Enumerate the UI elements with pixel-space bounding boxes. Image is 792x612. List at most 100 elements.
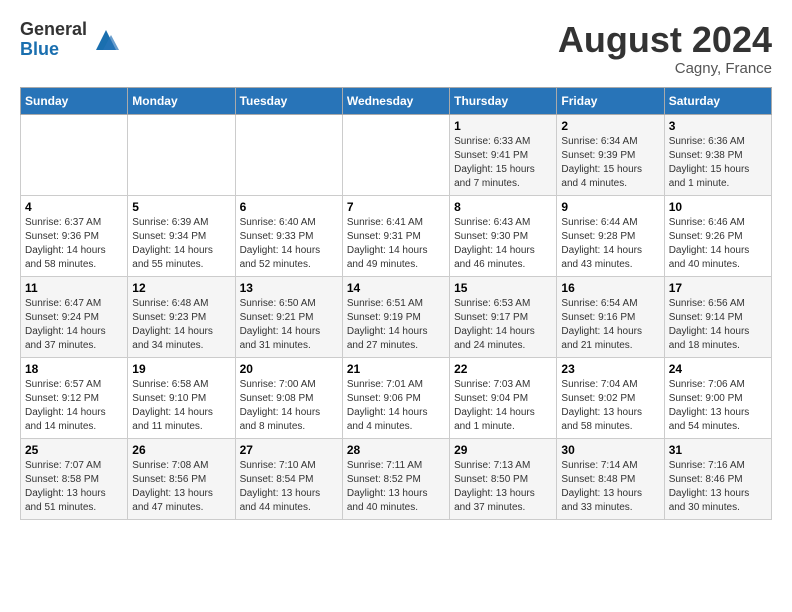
day-of-week-header: Friday	[557, 87, 664, 114]
day-number: 3	[669, 119, 767, 133]
day-number: 21	[347, 362, 445, 376]
day-of-week-header: Tuesday	[235, 87, 342, 114]
calendar-cell: 30Sunrise: 7:14 AM Sunset: 8:48 PM Dayli…	[557, 438, 664, 519]
day-number: 27	[240, 443, 338, 457]
day-number: 9	[561, 200, 659, 214]
day-number: 26	[132, 443, 230, 457]
title-block: August 2024 Cagny, France	[558, 20, 772, 77]
calendar-cell: 11 Sunrise: 6:47 AM Sunset: 9:24 PM Dayli…	[21, 276, 128, 357]
logo-text: General Blue	[20, 20, 87, 60]
day-number: 7	[347, 200, 445, 214]
location-title: Cagny, France	[558, 60, 772, 77]
day-number: 6	[240, 200, 338, 214]
calendar-week-row: 1 Sunrise: 6:33 AM Sunset: 9:41 PM Daylig…	[21, 114, 772, 195]
day-number: 24	[669, 362, 767, 376]
day-number: 14	[347, 281, 445, 295]
day-info: Sunrise: 6:40 AM Sunset: 9:33 PM Dayligh…	[240, 216, 338, 272]
logo: General Blue	[20, 20, 121, 60]
calendar-cell: 13 Sunrise: 6:50 AM Sunset: 9:21 PM Dayli…	[235, 276, 342, 357]
calendar-cell: 7 Sunrise: 6:41 AM Sunset: 9:31 PM Daylig…	[342, 195, 449, 276]
calendar-cell: 27 Sunrise: 7:10 AM Sunset: 8:54 PM Dayli…	[235, 438, 342, 519]
calendar-table: SundayMondayTuesdayWednesdayThursdayFrid…	[20, 87, 772, 520]
day-info: Sunrise: 6:54 AM Sunset: 9:16 PM Dayligh…	[561, 297, 659, 353]
page-header: General Blue August 2024 Cagny, France	[20, 20, 772, 77]
calendar-cell: 10Sunrise: 6:46 AM Sunset: 9:26 PM Dayli…	[664, 195, 771, 276]
day-info: Sunrise: 7:16 AM Sunset: 8:46 PM Dayligh…	[669, 459, 767, 515]
calendar-cell: 19Sunrise: 6:58 AM Sunset: 9:10 PM Dayli…	[128, 357, 235, 438]
day-number: 2	[561, 119, 659, 133]
day-info: Sunrise: 6:37 AM Sunset: 9:36 PM Dayligh…	[25, 216, 123, 272]
day-number: 12	[132, 281, 230, 295]
calendar-cell: 14 Sunrise: 6:51 AM Sunset: 9:19 PM Dayli…	[342, 276, 449, 357]
logo-general: General	[20, 20, 87, 40]
calendar-cell	[235, 114, 342, 195]
day-info: Sunrise: 6:56 AM Sunset: 9:14 PM Dayligh…	[669, 297, 767, 353]
calendar-cell: 25 Sunrise: 7:07 AM Sunset: 8:58 PM Dayli…	[21, 438, 128, 519]
logo-blue: Blue	[20, 40, 87, 60]
day-number: 1	[454, 119, 552, 133]
day-of-week-header: Thursday	[450, 87, 557, 114]
day-number: 22	[454, 362, 552, 376]
logo-icon	[91, 25, 121, 55]
day-info: Sunrise: 6:43 AM Sunset: 9:30 PM Dayligh…	[454, 216, 552, 272]
calendar-week-row: 18 Sunrise: 6:57 AM Sunset: 9:12 PM Dayli…	[21, 357, 772, 438]
day-number: 31	[669, 443, 767, 457]
day-number: 25	[25, 443, 123, 457]
day-info: Sunrise: 7:13 AM Sunset: 8:50 PM Dayligh…	[454, 459, 552, 515]
day-number: 18	[25, 362, 123, 376]
calendar-cell: 2 Sunrise: 6:34 AM Sunset: 9:39 PM Daylig…	[557, 114, 664, 195]
day-number: 5	[132, 200, 230, 214]
day-info: Sunrise: 7:14 AM Sunset: 8:48 PM Dayligh…	[561, 459, 659, 515]
day-number: 20	[240, 362, 338, 376]
day-info: Sunrise: 6:51 AM Sunset: 9:19 PM Dayligh…	[347, 297, 445, 353]
day-info: Sunrise: 6:34 AM Sunset: 9:39 PM Dayligh…	[561, 135, 659, 191]
day-number: 4	[25, 200, 123, 214]
day-info: Sunrise: 7:00 AM Sunset: 9:08 PM Dayligh…	[240, 378, 338, 434]
calendar-cell: 31 Sunrise: 7:16 AM Sunset: 8:46 PM Dayli…	[664, 438, 771, 519]
calendar-week-row: 11 Sunrise: 6:47 AM Sunset: 9:24 PM Dayli…	[21, 276, 772, 357]
day-info: Sunrise: 6:50 AM Sunset: 9:21 PM Dayligh…	[240, 297, 338, 353]
day-info: Sunrise: 6:58 AM Sunset: 9:10 PM Dayligh…	[132, 378, 230, 434]
calendar-cell: 18 Sunrise: 6:57 AM Sunset: 9:12 PM Dayli…	[21, 357, 128, 438]
day-info: Sunrise: 6:53 AM Sunset: 9:17 PM Dayligh…	[454, 297, 552, 353]
calendar-cell: 9 Sunrise: 6:44 AM Sunset: 9:28 PM Daylig…	[557, 195, 664, 276]
calendar-cell: 23Sunrise: 7:04 AM Sunset: 9:02 PM Dayli…	[557, 357, 664, 438]
calendar-cell: 5Sunrise: 6:39 AM Sunset: 9:34 PM Daylig…	[128, 195, 235, 276]
month-year-title: August 2024	[558, 20, 772, 60]
day-info: Sunrise: 7:03 AM Sunset: 9:04 PM Dayligh…	[454, 378, 552, 434]
calendar-cell: 26 Sunrise: 7:08 AM Sunset: 8:56 PM Dayli…	[128, 438, 235, 519]
day-info: Sunrise: 6:41 AM Sunset: 9:31 PM Dayligh…	[347, 216, 445, 272]
calendar-cell: 22 Sunrise: 7:03 AM Sunset: 9:04 PM Dayli…	[450, 357, 557, 438]
day-info: Sunrise: 7:07 AM Sunset: 8:58 PM Dayligh…	[25, 459, 123, 515]
day-info: Sunrise: 7:11 AM Sunset: 8:52 PM Dayligh…	[347, 459, 445, 515]
calendar-cell: 16Sunrise: 6:54 AM Sunset: 9:16 PM Dayli…	[557, 276, 664, 357]
day-number: 13	[240, 281, 338, 295]
day-info: Sunrise: 6:33 AM Sunset: 9:41 PM Dayligh…	[454, 135, 552, 191]
day-number: 28	[347, 443, 445, 457]
calendar-cell: 1 Sunrise: 6:33 AM Sunset: 9:41 PM Daylig…	[450, 114, 557, 195]
calendar-cell: 3Sunrise: 6:36 AM Sunset: 9:38 PM Daylig…	[664, 114, 771, 195]
day-of-week-header: Wednesday	[342, 87, 449, 114]
day-number: 11	[25, 281, 123, 295]
calendar-cell: 20 Sunrise: 7:00 AM Sunset: 9:08 PM Dayli…	[235, 357, 342, 438]
day-number: 29	[454, 443, 552, 457]
day-info: Sunrise: 7:01 AM Sunset: 9:06 PM Dayligh…	[347, 378, 445, 434]
calendar-cell: 28 Sunrise: 7:11 AM Sunset: 8:52 PM Dayli…	[342, 438, 449, 519]
day-info: Sunrise: 6:47 AM Sunset: 9:24 PM Dayligh…	[25, 297, 123, 353]
day-info: Sunrise: 6:44 AM Sunset: 9:28 PM Dayligh…	[561, 216, 659, 272]
days-header-row: SundayMondayTuesdayWednesdayThursdayFrid…	[21, 87, 772, 114]
calendar-cell	[342, 114, 449, 195]
calendar-cell: 24 Sunrise: 7:06 AM Sunset: 9:00 PM Dayli…	[664, 357, 771, 438]
calendar-week-row: 4 Sunrise: 6:37 AM Sunset: 9:36 PM Daylig…	[21, 195, 772, 276]
calendar-cell: 17Sunrise: 6:56 AM Sunset: 9:14 PM Dayli…	[664, 276, 771, 357]
calendar-cell: 12Sunrise: 6:48 AM Sunset: 9:23 PM Dayli…	[128, 276, 235, 357]
calendar-cell: 29 Sunrise: 7:13 AM Sunset: 8:50 PM Dayli…	[450, 438, 557, 519]
day-info: Sunrise: 6:57 AM Sunset: 9:12 PM Dayligh…	[25, 378, 123, 434]
calendar-cell: 6 Sunrise: 6:40 AM Sunset: 9:33 PM Daylig…	[235, 195, 342, 276]
calendar-cell: 21 Sunrise: 7:01 AM Sunset: 9:06 PM Dayli…	[342, 357, 449, 438]
calendar-cell: 15Sunrise: 6:53 AM Sunset: 9:17 PM Dayli…	[450, 276, 557, 357]
day-info: Sunrise: 7:06 AM Sunset: 9:00 PM Dayligh…	[669, 378, 767, 434]
day-of-week-header: Monday	[128, 87, 235, 114]
day-info: Sunrise: 7:08 AM Sunset: 8:56 PM Dayligh…	[132, 459, 230, 515]
day-info: Sunrise: 7:10 AM Sunset: 8:54 PM Dayligh…	[240, 459, 338, 515]
